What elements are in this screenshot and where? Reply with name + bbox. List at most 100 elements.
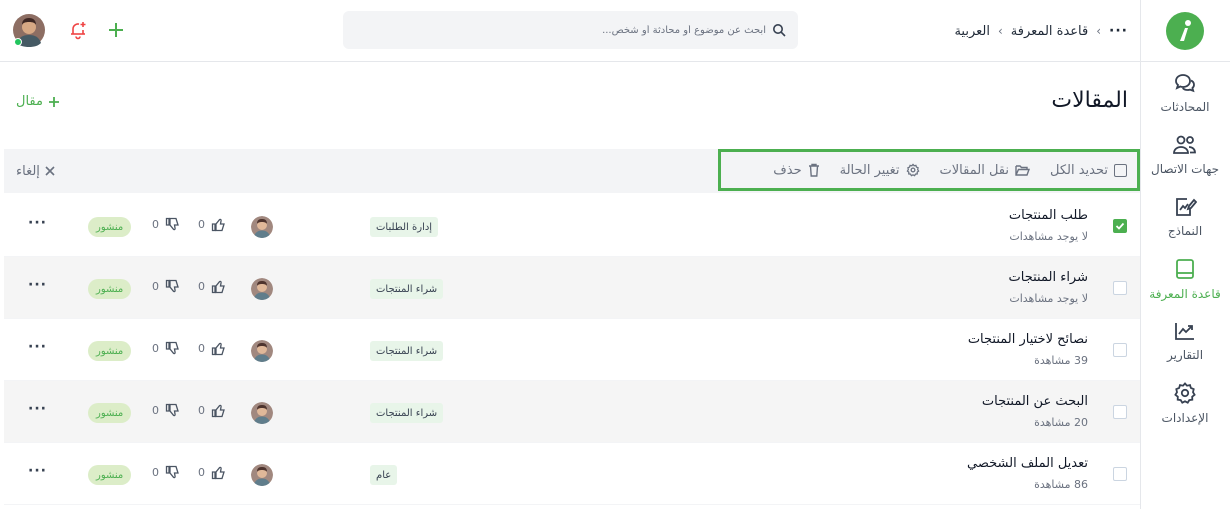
article-row[interactable]: شراء المنتجات لا يوجد مشاهدات شراء المنت… bbox=[4, 257, 1140, 319]
author-avatar bbox=[251, 340, 273, 362]
article-row[interactable]: البحث عن المنتجات 20 مشاهدة شراء المنتجا… bbox=[4, 381, 1140, 443]
article-title[interactable]: تعديل الملف الشخصي bbox=[967, 456, 1088, 471]
votes: 0 0 bbox=[152, 465, 226, 480]
sidebar-item-label: التقارير bbox=[1166, 348, 1204, 362]
cancel-label: إلغاء bbox=[16, 163, 40, 179]
bell-add-icon bbox=[68, 20, 88, 40]
more-options-button[interactable]: ··· bbox=[28, 339, 47, 355]
row-checkbox[interactable] bbox=[1113, 343, 1127, 357]
notifications-button[interactable] bbox=[64, 16, 92, 44]
add-button[interactable] bbox=[102, 16, 130, 44]
row-checkbox[interactable] bbox=[1113, 467, 1127, 481]
cancel-selection-button[interactable]: إلغاء bbox=[16, 149, 55, 193]
breadcrumb-knowledge-base[interactable]: قاعدة المعرفة bbox=[1011, 24, 1088, 39]
dislike-button[interactable]: 0 bbox=[152, 279, 180, 294]
category-tag[interactable]: إدارة الطلبات bbox=[370, 217, 439, 237]
article-row[interactable]: تعديل الملف الشخصي 86 مشاهدة عام 0 0 منش… bbox=[4, 443, 1140, 505]
change-status-label: تغيير الحالة bbox=[839, 162, 900, 178]
app-logo[interactable] bbox=[1140, 0, 1230, 62]
like-button[interactable]: 0 bbox=[198, 341, 226, 356]
row-checkbox[interactable] bbox=[1113, 281, 1127, 295]
thumbs-down-icon bbox=[165, 217, 180, 232]
dislike-button[interactable]: 0 bbox=[152, 403, 180, 418]
sidebar-item-contacts[interactable]: جهات الاتصال bbox=[1140, 124, 1230, 186]
add-article-button[interactable]: مقال bbox=[16, 94, 60, 109]
chevron-left-icon: › bbox=[1096, 24, 1102, 38]
more-options-button[interactable]: ··· bbox=[28, 401, 47, 417]
sidebar-item-conversations[interactable]: المحادثات bbox=[1140, 62, 1230, 124]
folder-open-icon bbox=[1015, 164, 1030, 177]
article-views: لا يوجد مشاهدات bbox=[1009, 292, 1088, 305]
thumbs-down-icon bbox=[165, 341, 180, 356]
author-avatar bbox=[251, 278, 273, 300]
user-avatar[interactable] bbox=[12, 13, 46, 47]
top-actions bbox=[12, 13, 130, 47]
category-tag[interactable]: شراء المنتجات bbox=[370, 403, 444, 423]
article-row[interactable]: نصائح لاختيار المنتجات 39 مشاهدة شراء ال… bbox=[4, 319, 1140, 381]
sidebar: المحادثات جهات الاتصال النماذج قاعدة الم… bbox=[1140, 0, 1230, 509]
more-options-button[interactable]: ··· bbox=[28, 215, 47, 231]
like-count: 0 bbox=[198, 466, 205, 479]
sidebar-item-label: النماذج bbox=[1167, 224, 1203, 238]
thumbs-down-icon bbox=[165, 403, 180, 418]
sidebar-item-settings[interactable]: الإعدادات bbox=[1140, 372, 1230, 434]
article-title[interactable]: نصائح لاختيار المنتجات bbox=[968, 332, 1088, 347]
bulk-actions-bar: تحديد الكل نقل المقالات تغيير الحالة حذف… bbox=[4, 149, 1140, 193]
author-avatar bbox=[251, 402, 273, 424]
sidebar-item-reports[interactable]: التقارير bbox=[1140, 310, 1230, 372]
gear-icon bbox=[906, 163, 920, 177]
author-avatar bbox=[251, 464, 273, 486]
article-views: 20 مشاهدة bbox=[1034, 416, 1088, 429]
select-all-button[interactable]: تحديد الكل bbox=[1050, 163, 1127, 178]
row-checkbox[interactable] bbox=[1113, 219, 1127, 233]
article-title[interactable]: البحث عن المنتجات bbox=[982, 394, 1088, 409]
article-title[interactable]: شراء المنتجات bbox=[1009, 270, 1088, 285]
check-icon bbox=[1115, 222, 1125, 230]
online-status-dot bbox=[14, 38, 22, 46]
dislike-button[interactable]: 0 bbox=[152, 217, 180, 232]
article-row[interactable]: طلب المنتجات لا يوجد مشاهدات إدارة الطلب… bbox=[4, 195, 1140, 257]
dislike-button[interactable]: 0 bbox=[152, 341, 180, 356]
sidebar-item-forms[interactable]: النماذج bbox=[1140, 186, 1230, 248]
search-bar[interactable] bbox=[343, 11, 798, 49]
like-button[interactable]: 0 bbox=[198, 403, 226, 418]
breadcrumb-arabic[interactable]: العربية bbox=[954, 24, 990, 39]
more-options-button[interactable]: ··· bbox=[28, 463, 47, 479]
checkbox-icon bbox=[1114, 163, 1127, 177]
move-articles-button[interactable]: نقل المقالات bbox=[940, 163, 1030, 178]
forms-icon bbox=[1173, 196, 1197, 218]
change-status-button[interactable]: تغيير الحالة bbox=[840, 163, 920, 178]
search-input[interactable] bbox=[346, 24, 766, 36]
category-tag[interactable]: شراء المنتجات bbox=[370, 279, 444, 299]
status-badge: منشور bbox=[88, 341, 132, 361]
delete-button[interactable]: حذف bbox=[773, 163, 819, 178]
dislike-button[interactable]: 0 bbox=[152, 465, 180, 480]
search-icon bbox=[772, 23, 786, 37]
more-options-button[interactable]: ··· bbox=[28, 277, 47, 293]
gear-icon bbox=[1173, 381, 1197, 405]
category-tag[interactable]: شراء المنتجات bbox=[370, 341, 444, 361]
bulk-actions-group: تحديد الكل نقل المقالات تغيير الحالة حذف bbox=[718, 149, 1140, 191]
thumbs-down-icon bbox=[165, 279, 180, 294]
author-avatar bbox=[251, 216, 273, 238]
thumbs-up-icon bbox=[211, 341, 226, 356]
category-tag[interactable]: عام bbox=[370, 465, 398, 485]
sidebar-item-knowledge-base[interactable]: قاعدة المعرفة bbox=[1140, 248, 1230, 310]
article-title[interactable]: طلب المنتجات bbox=[1009, 208, 1088, 223]
dislike-count: 0 bbox=[152, 404, 159, 417]
like-button[interactable]: 0 bbox=[198, 217, 226, 232]
row-checkbox[interactable] bbox=[1113, 405, 1127, 419]
page-title: المقالات bbox=[1051, 88, 1128, 113]
thumbs-down-icon bbox=[165, 465, 180, 480]
like-button[interactable]: 0 bbox=[198, 279, 226, 294]
votes: 0 0 bbox=[152, 217, 226, 232]
like-count: 0 bbox=[198, 280, 205, 293]
votes: 0 0 bbox=[152, 279, 226, 294]
like-button[interactable]: 0 bbox=[198, 465, 226, 480]
more-horizontal-icon[interactable]: ··· bbox=[1109, 23, 1128, 39]
votes: 0 0 bbox=[152, 403, 226, 418]
status-badge: منشور bbox=[88, 217, 132, 237]
thumbs-up-icon bbox=[211, 217, 226, 232]
thumbs-up-icon bbox=[211, 403, 226, 418]
sidebar-item-label: قاعدة المعرفة bbox=[1149, 287, 1221, 301]
